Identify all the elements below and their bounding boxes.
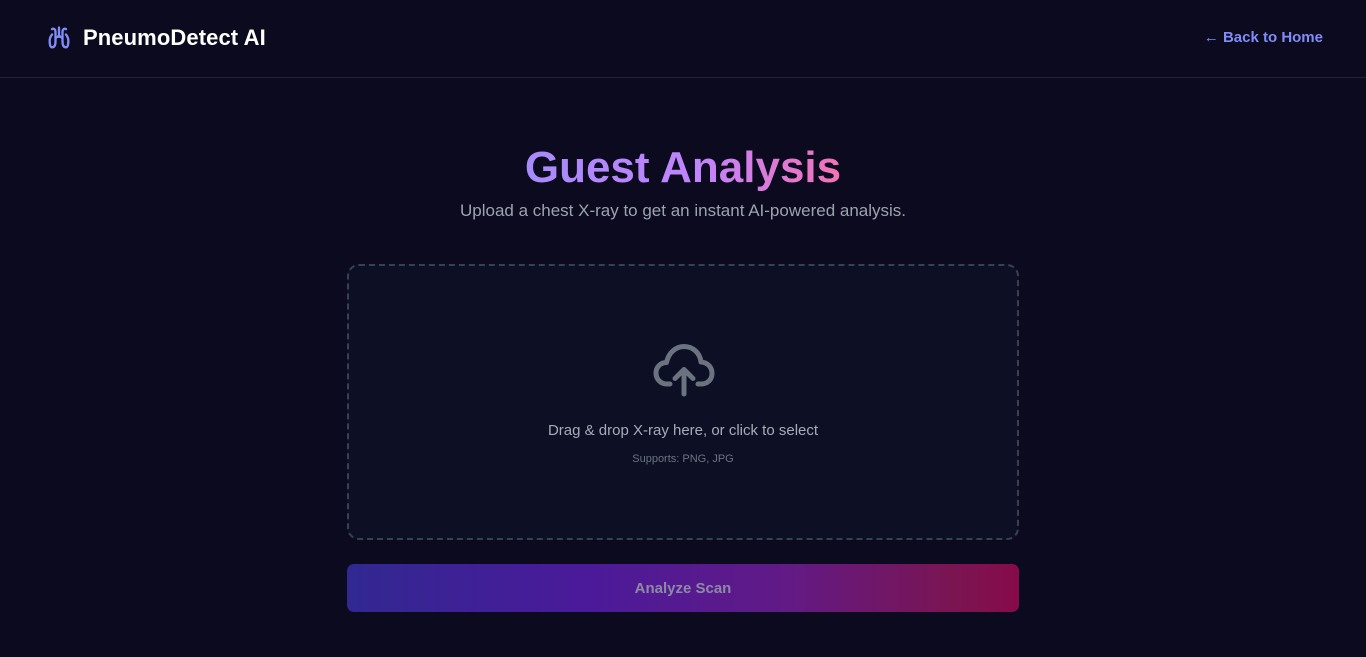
brand-name: PneumoDetect AI [83, 25, 266, 50]
analyze-scan-button[interactable]: Analyze Scan [347, 564, 1019, 612]
back-to-home-link[interactable]: ← Back to Home [1204, 29, 1323, 46]
dropzone-prompt: Drag & drop X-ray here, or click to sele… [547, 422, 819, 439]
page-subtitle: Upload a chest X-ray to get an instant A… [459, 201, 907, 220]
cloud-upload-icon [653, 344, 715, 397]
page-title-text: Guest Analysis [524, 143, 842, 192]
lungs-icon [48, 26, 70, 49]
page-title: Guest Analysis [0, 140, 1366, 196]
xray-dropzone[interactable]: Drag & drop X-ray here, or click to sele… [347, 264, 1019, 540]
supported-formats: Supports: PNG, JPG [632, 453, 734, 465]
brand-logo[interactable]: PneumoDetect AI [45, 24, 266, 52]
top-navbar: PneumoDetect AI ← Back to Home [0, 0, 1366, 78]
